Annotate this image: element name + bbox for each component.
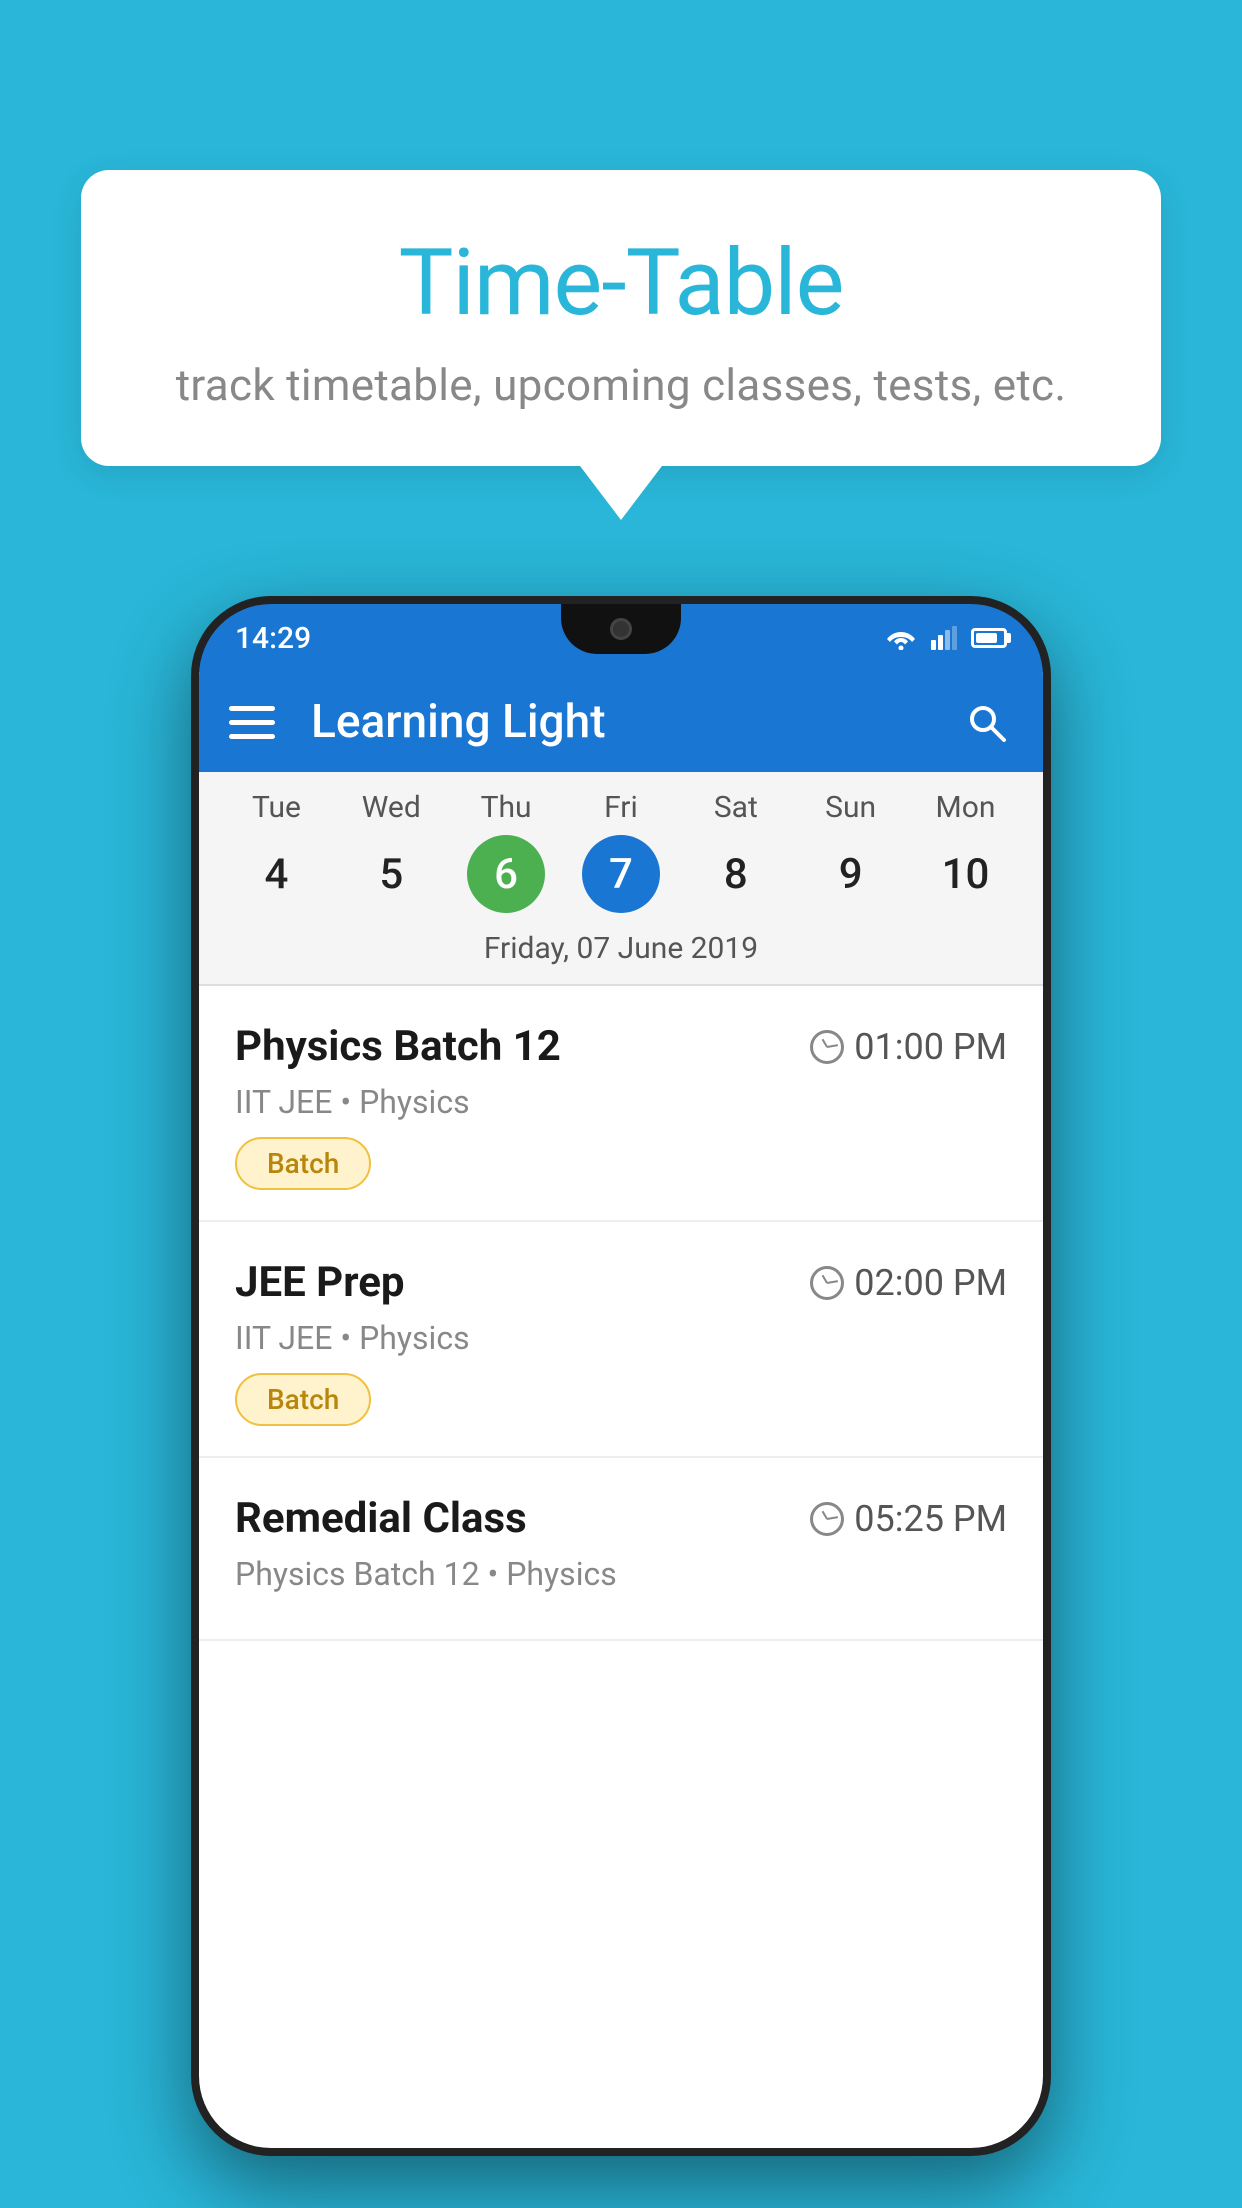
menu-button[interactable] [229,706,275,739]
volume-down-button [191,1114,199,1234]
schedule-item-1[interactable]: JEE Prep 02:00 PM IIT JEE • Physics Batch [199,1222,1043,1458]
day-name: Sat [714,790,758,825]
mute-button [191,844,199,924]
phone-wrapper: 14:29 [0,596,1242,2156]
menu-line-3 [229,734,275,739]
phone-notch [561,604,681,654]
schedule-item-header: JEE Prep 02:00 PM [235,1258,1007,1307]
clock-icon [810,1266,844,1300]
phone-device: 14:29 [191,596,1051,2156]
time-text: 02:00 PM [854,1262,1007,1304]
day-name: Mon [936,790,996,825]
day-number: 9 [812,835,890,913]
calendar-day-mon[interactable]: Mon 10 [917,790,1013,913]
search-icon [964,700,1008,744]
clock-icon [810,1030,844,1064]
speech-bubble-area: Time-Table track timetable, upcoming cla… [0,170,1242,466]
calendar-day-thu[interactable]: Thu 6 [458,790,554,913]
schedule-item-header: Remedial Class 05:25 PM [235,1494,1007,1543]
day-number: 4 [237,835,315,913]
schedule-item-time: 05:25 PM [810,1498,1007,1540]
batch-badge: Batch [235,1137,371,1190]
app-bar: Learning Light [199,672,1043,772]
batch-badge: Batch [235,1373,371,1426]
schedule-item-subtitle: IIT JEE • Physics [235,1083,1007,1121]
calendar-day-sun[interactable]: Sun 9 [803,790,899,913]
calendar-day-tue[interactable]: Tue 4 [228,790,324,913]
volume-up-button [191,964,199,1084]
day-name: Sun [825,790,876,825]
cell-signal-icon [931,626,957,650]
app-screen: Learning Light Tue4Wed5Thu6Fri7Sat8Sun9M… [199,672,1043,2148]
menu-line-2 [229,720,275,725]
schedule-item-subtitle: IIT JEE • Physics [235,1319,1007,1357]
calendar-strip: Tue 4 Wed 5 Thu 6 Fri 7 Sat 8 Sun 9 Mon 10 Friday, 07… [199,772,1043,986]
time-text: 01:00 PM [854,1026,1007,1068]
schedule-item-title: Physics Batch 12 [235,1022,561,1071]
status-time: 14:29 [235,621,885,656]
schedule-item-time: 01:00 PM [810,1026,1007,1068]
day-name: Fri [604,790,638,825]
schedule-list: Physics Batch 12 01:00 PM IIT JEE • Physic… [199,986,1043,1641]
schedule-item-title: Remedial Class [235,1494,527,1543]
day-number: 8 [697,835,775,913]
schedule-item-title: JEE Prep [235,1258,405,1307]
schedule-item-2[interactable]: Remedial Class 05:25 PM Physics Batch 12 •… [199,1458,1043,1641]
schedule-item-0[interactable]: Physics Batch 12 01:00 PM IIT JEE • Physic… [199,986,1043,1222]
calendar-days-row: Tue 4 Wed 5 Thu 6 Fri 7 Sat 8 Sun 9 Mon 10 [199,790,1043,921]
day-name: Wed [362,790,421,825]
status-icons [885,626,1007,650]
day-number: 7 [582,835,660,913]
phone-camera [610,618,632,640]
calendar-day-fri[interactable]: Fri 7 [573,790,669,913]
battery-fill [976,633,997,643]
day-number: 5 [352,835,430,913]
wifi-icon [885,626,917,650]
calendar-date-label: Friday, 07 June 2019 [199,921,1043,984]
speech-bubble: Time-Table track timetable, upcoming cla… [81,170,1161,466]
day-number: 10 [926,835,1004,913]
day-number: 6 [467,835,545,913]
power-button [1043,904,1051,1024]
clock-icon [810,1502,844,1536]
time-text: 05:25 PM [854,1498,1007,1540]
schedule-item-subtitle: Physics Batch 12 • Physics [235,1555,1007,1593]
calendar-day-wed[interactable]: Wed 5 [343,790,439,913]
schedule-item-time: 02:00 PM [810,1262,1007,1304]
calendar-day-sat[interactable]: Sat 8 [688,790,784,913]
menu-line-1 [229,706,275,711]
bubble-subtitle: track timetable, upcoming classes, tests… [161,359,1081,411]
app-title: Learning Light [311,695,959,749]
battery-icon [971,628,1007,648]
schedule-item-header: Physics Batch 12 01:00 PM [235,1022,1007,1071]
search-button[interactable] [959,695,1013,749]
bubble-title: Time-Table [161,230,1081,337]
day-name: Tue [252,790,301,825]
day-name: Thu [481,790,532,825]
